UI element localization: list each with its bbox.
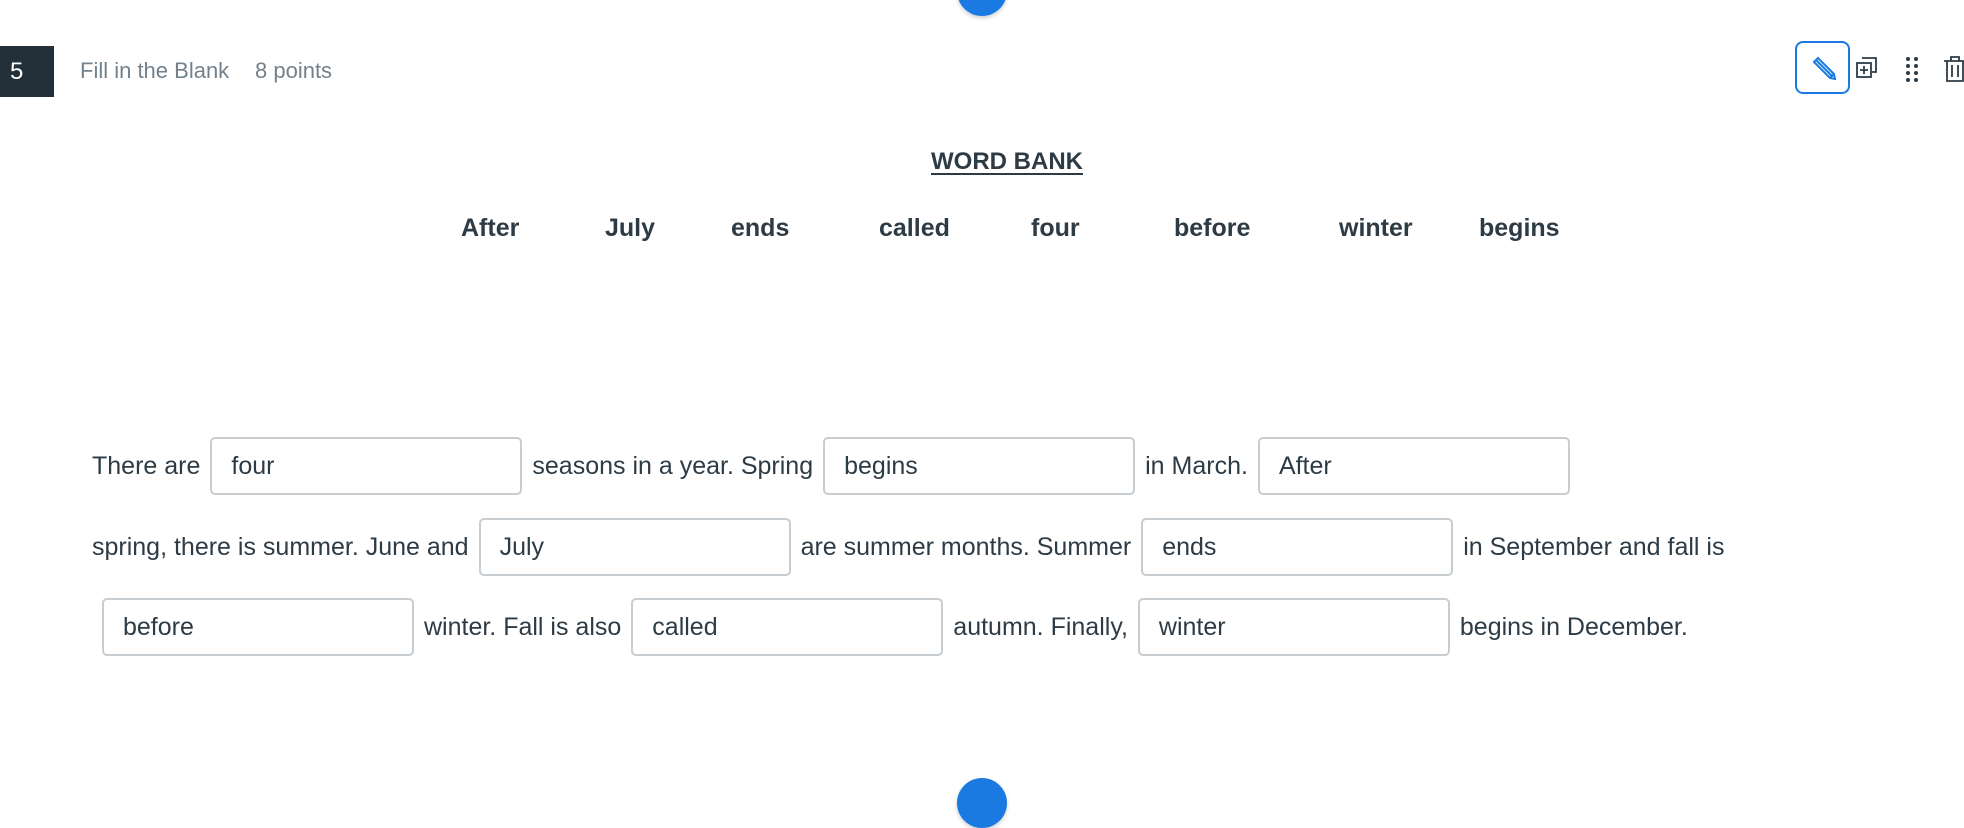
passage-text: seasons in a year. Spring (532, 451, 814, 480)
delete-question-button[interactable] (1940, 52, 1964, 86)
word-bank-word: ends (731, 214, 790, 242)
blank-input[interactable]: After (1257, 437, 1570, 495)
passage-text: There are (92, 451, 201, 480)
duplicate-icon (1856, 57, 1877, 78)
word-bank-word: begins (1479, 214, 1560, 242)
drag-handle-icon (1906, 57, 1918, 82)
add-question-button-bottom[interactable] (957, 778, 1007, 828)
word-bank-title: WORD BANK (931, 148, 1083, 175)
question-type-label: Fill in the Blank (80, 58, 230, 83)
question-number-badge: 5 (0, 46, 54, 97)
blank-input[interactable]: four (210, 437, 523, 495)
word-bank-word: July (605, 214, 656, 242)
word-bank-word: before (1174, 214, 1251, 242)
passage-text: winter. Fall is also (424, 612, 622, 641)
word-bank-word: four (1031, 214, 1080, 242)
drag-question-handle[interactable] (1900, 52, 1924, 84)
duplicate-question-button[interactable] (1852, 52, 1882, 84)
blank-input[interactable]: called (631, 598, 944, 656)
blank-input[interactable]: ends (1141, 518, 1454, 576)
word-bank-word: winter (1339, 214, 1413, 242)
passage-text: spring, there is summer. June and (92, 532, 469, 561)
blank-input[interactable]: before (102, 598, 414, 656)
edit-question-button[interactable] (1795, 41, 1850, 94)
passage-text: in September and fall is (1463, 532, 1725, 561)
trash-icon (1944, 56, 1964, 82)
passage-text: are summer months. Summer (800, 532, 1132, 561)
passage-line-1: There are four seasons in a year. Spring… (92, 437, 1580, 495)
blank-input[interactable]: July (478, 518, 791, 576)
blank-input[interactable]: begins (823, 437, 1136, 495)
passage-line-2: spring, there is summer. June and July a… (92, 518, 1724, 576)
passage-text: in March. (1145, 451, 1248, 480)
word-bank-word: called (879, 214, 950, 242)
passage-text: autumn. Finally, (953, 612, 1128, 641)
add-question-button-top[interactable] (957, 0, 1007, 16)
pencil-icon (1812, 56, 1836, 80)
passage-line-3: before winter. Fall is also called autum… (92, 598, 1688, 656)
word-bank-word: After (461, 214, 520, 242)
question-points-label: 8 points (255, 58, 333, 83)
passage-text: begins in December. (1459, 612, 1688, 641)
blank-input[interactable]: winter (1137, 598, 1450, 656)
